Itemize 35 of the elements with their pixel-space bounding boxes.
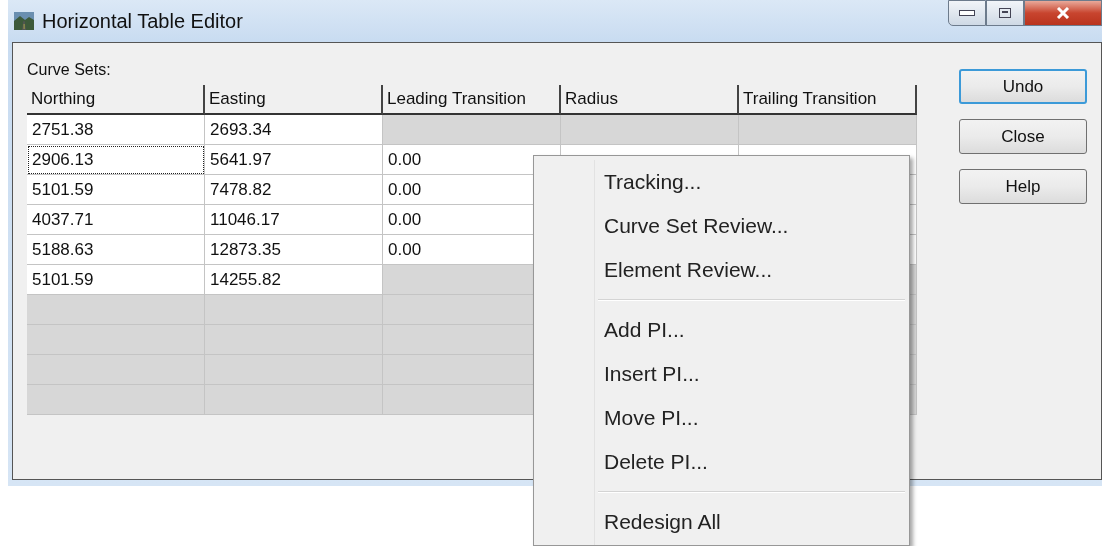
column-header[interactable]: Leading Transition bbox=[383, 85, 561, 115]
column-header[interactable]: Easting bbox=[205, 85, 383, 115]
table-cell[interactable]: 0.00 bbox=[383, 145, 561, 175]
menu-item[interactable]: Redesign All bbox=[538, 500, 905, 544]
table-cell[interactable]: 2693.34 bbox=[205, 115, 383, 145]
table-cell[interactable]: 4037.71 bbox=[27, 205, 205, 235]
table-cell[interactable]: 14255.82 bbox=[205, 265, 383, 295]
maximize-icon bbox=[999, 8, 1011, 18]
dialog-button[interactable]: Help bbox=[959, 169, 1087, 204]
table-label: Curve Sets: bbox=[27, 61, 112, 79]
table-cell[interactable]: 2751.38 bbox=[27, 115, 205, 145]
minimize-button[interactable] bbox=[948, 0, 986, 26]
window-title: Horizontal Table Editor bbox=[42, 9, 243, 33]
table-cell[interactable]: 5188.63 bbox=[27, 235, 205, 265]
dialog-button[interactable]: Close bbox=[959, 119, 1087, 154]
minimize-icon bbox=[959, 10, 975, 16]
table-cell[interactable]: 5641.97 bbox=[205, 145, 383, 175]
close-icon bbox=[1056, 7, 1070, 19]
dialog-button[interactable]: Undo bbox=[959, 69, 1087, 104]
table-cell[interactable]: 12873.35 bbox=[205, 235, 383, 265]
road-icon bbox=[14, 12, 34, 30]
menu-item[interactable]: Move PI... bbox=[538, 396, 905, 440]
table-cell[interactable]: 2906.13 bbox=[27, 145, 205, 175]
column-header[interactable]: Trailing Transition bbox=[739, 85, 917, 115]
column-header[interactable]: Radius bbox=[561, 85, 739, 115]
table-cell[interactable]: 11046.17 bbox=[205, 205, 383, 235]
close-button[interactable] bbox=[1024, 0, 1102, 26]
table-cell[interactable]: 5101.59 bbox=[27, 175, 205, 205]
menu-item[interactable]: Add PI... bbox=[538, 308, 905, 352]
menu-item[interactable]: Delete PI... bbox=[538, 440, 905, 484]
maximize-button[interactable] bbox=[986, 0, 1024, 26]
menu-item[interactable]: Insert PI... bbox=[538, 352, 905, 396]
table-cell[interactable]: 5101.59 bbox=[27, 265, 205, 295]
table-cell[interactable]: 7478.82 bbox=[205, 175, 383, 205]
column-header[interactable]: Northing bbox=[27, 85, 205, 115]
